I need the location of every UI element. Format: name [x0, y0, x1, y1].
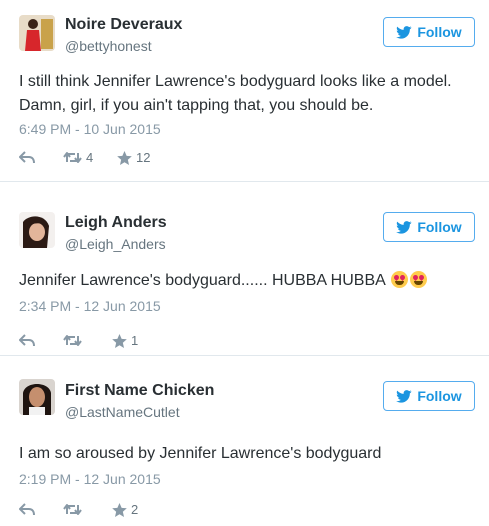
star-icon — [112, 333, 127, 348]
reply-button[interactable] — [19, 151, 63, 164]
like-count: 12 — [136, 150, 151, 165]
retweet-count: 4 — [86, 150, 94, 165]
tweet-text: I am so aroused by Jennifer Lawrence's b… — [19, 445, 382, 462]
retweet-icon — [63, 152, 82, 163]
avatar[interactable] — [19, 379, 55, 415]
follow-button[interactable]: Follow — [383, 17, 475, 47]
follow-label: Follow — [417, 388, 462, 404]
avatar[interactable] — [19, 212, 55, 248]
tweet-card: Leigh Anders @Leigh_Anders Follow Jennif… — [0, 182, 489, 355]
user-handle[interactable]: @LastNameCutlet — [65, 404, 180, 420]
retweet-icon — [63, 504, 82, 515]
like-count: 1 — [131, 333, 139, 348]
twitter-bird-icon — [396, 389, 412, 403]
follow-button[interactable]: Follow — [383, 381, 475, 411]
user-handle[interactable]: @Leigh_Anders — [65, 236, 166, 252]
retweet-icon — [63, 335, 82, 346]
tweet-text: Jennifer Lawrence's bodyguard...... HUBB… — [19, 269, 475, 293]
retweet-button[interactable] — [63, 334, 112, 347]
star-icon — [112, 502, 127, 517]
timestamp[interactable]: 6:49 PM - 10 Jun 2015 — [19, 121, 161, 137]
reply-button[interactable] — [19, 334, 63, 347]
tweet-actions: 4 12 — [19, 150, 150, 165]
heart-eyes-emoji-icon — [410, 271, 428, 288]
like-button[interactable]: 2 — [112, 502, 138, 517]
display-name[interactable]: Leigh Anders — [65, 214, 167, 232]
tweet-text: I still think Jennifer Lawrence's bodygu… — [19, 70, 475, 118]
tweet-text-line: Damn, girl, if you ain't tapping that, y… — [19, 97, 374, 114]
tweet-text-content: Jennifer Lawrence's bodyguard...... HUBB… — [19, 272, 385, 289]
tweet-card: First Name Chicken @LastNameCutlet Follo… — [0, 356, 489, 526]
follow-label: Follow — [417, 24, 462, 40]
reply-icon — [19, 334, 35, 347]
display-name[interactable]: Noire Deveraux — [65, 16, 182, 34]
follow-button[interactable]: Follow — [383, 212, 475, 242]
star-icon — [117, 150, 132, 165]
like-button[interactable]: 12 — [117, 150, 150, 165]
twitter-bird-icon — [396, 25, 412, 39]
reply-icon — [19, 503, 35, 516]
tweet-actions: 2 — [19, 502, 138, 517]
like-count: 2 — [131, 502, 139, 517]
display-name[interactable]: First Name Chicken — [65, 382, 214, 400]
like-button[interactable]: 1 — [112, 333, 138, 348]
retweet-button[interactable]: 4 — [63, 150, 117, 165]
user-handle[interactable]: @bettyhonest — [65, 38, 152, 54]
tweet-text-line: I still think Jennifer Lawrence's bodygu… — [19, 73, 452, 90]
avatar[interactable] — [19, 15, 55, 51]
tweet-actions: 1 — [19, 333, 138, 348]
follow-label: Follow — [417, 219, 462, 235]
heart-eyes-emoji-icon — [391, 271, 409, 288]
retweet-button[interactable] — [63, 503, 112, 516]
tweet-card: Noire Deveraux @bettyhonest Follow I sti… — [0, 0, 489, 181]
timestamp[interactable]: 2:34 PM - 12 Jun 2015 — [19, 298, 161, 314]
twitter-bird-icon — [396, 220, 412, 234]
reply-button[interactable] — [19, 503, 63, 516]
reply-icon — [19, 151, 35, 164]
timestamp[interactable]: 2:19 PM - 12 Jun 2015 — [19, 471, 161, 487]
